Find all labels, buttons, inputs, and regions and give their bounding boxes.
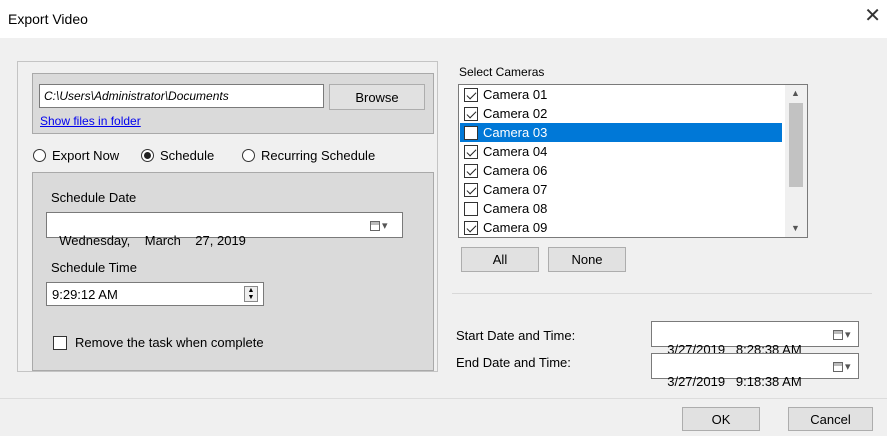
radio-recurring-schedule[interactable]: Recurring Schedule [242,148,375,163]
schedule-date-value: Wednesday, March 27, 2019 [59,233,246,248]
cancel-button[interactable]: Cancel [788,407,873,431]
list-item[interactable]: Camera 06 [460,161,782,180]
calendar-dropdown-icon[interactable]: ▾ [833,360,851,373]
radio-export-now-circle[interactable] [33,149,46,162]
radio-schedule[interactable]: Schedule [141,148,214,163]
folder-path-input[interactable]: C:\Users\Administrator\Documents [39,84,324,108]
list-item[interactable]: Camera 08 [460,199,782,218]
end-datetime-value: 3/27/2019 9:18:38 AM [667,374,802,389]
camera-checkbox[interactable] [464,220,478,235]
camera-label: Camera 02 [483,106,548,121]
list-item[interactable]: Camera 04 [460,142,782,161]
title-bar: Export Video ✕ [0,0,887,38]
radio-schedule-label: Schedule [160,148,215,163]
camera-label: Camera 08 [483,201,548,216]
camera-checkbox[interactable] [464,163,478,178]
radio-schedule-circle[interactable] [141,149,154,162]
calendar-dropdown-icon[interactable]: ▾ [833,328,851,341]
scroll-up-icon[interactable]: ▲ [791,88,800,98]
camera-label: Camera 09 [483,220,548,235]
scroll-thumb[interactable] [789,103,803,187]
camera-label: Camera 03 [483,125,548,140]
show-files-link[interactable]: Show files in folder [40,114,141,128]
list-item[interactable]: Camera 02 [460,104,782,123]
remove-task-checkbox-row[interactable]: Remove the task when complete [53,335,264,350]
camera-label: Camera 07 [483,182,548,197]
camera-checkbox[interactable] [464,125,478,140]
ok-button[interactable]: OK [682,407,760,431]
camera-label: Camera 04 [483,144,548,159]
schedule-time-input[interactable]: 9:29:12 AM [46,282,264,306]
list-item[interactable]: Camera 03 [460,123,782,142]
schedule-time-label: Schedule Time [51,260,137,275]
end-datetime-label: End Date and Time: [456,355,571,370]
camera-checkbox[interactable] [464,201,478,216]
window-title: Export Video [8,11,88,27]
camera-checkbox[interactable] [464,87,478,102]
radio-recurring-schedule-circle[interactable] [242,149,255,162]
end-datetime-picker[interactable]: 3/27/2019 9:18:38 AM [651,353,859,389]
scroll-down-icon[interactable]: ▼ [791,223,800,233]
camera-checkbox[interactable] [464,106,478,121]
browse-button[interactable]: Browse [329,84,425,110]
schedule-date-label: Schedule Date [51,190,137,205]
radio-export-now[interactable]: Export Now [33,148,119,163]
select-cameras-label: Select Cameras [459,65,545,79]
calendar-dropdown-icon[interactable]: ▾ [370,219,388,232]
camera-list[interactable]: Camera 01 Camera 02 Camera 03 Camera 04 … [458,84,808,238]
start-datetime-picker[interactable]: 3/27/2019 8:28:38 AM [651,321,859,357]
radio-export-now-label: Export Now [52,148,120,163]
start-datetime-label: Start Date and Time: [456,328,576,343]
close-icon[interactable]: ✕ [864,6,881,26]
list-item[interactable]: Camera 07 [460,180,782,199]
select-none-button[interactable]: None [548,247,626,272]
camera-checkbox[interactable] [464,144,478,159]
camera-checkbox[interactable] [464,182,478,197]
radio-recurring-schedule-label: Recurring Schedule [261,148,376,163]
schedule-time-value: 9:29:12 AM [52,287,118,302]
list-item[interactable]: Camera 01 [460,85,782,104]
remove-task-label: Remove the task when complete [75,335,264,350]
schedule-date-picker[interactable]: Wednesday, March 27, 2019 [46,212,403,248]
remove-task-checkbox[interactable] [53,335,67,350]
camera-label: Camera 06 [483,163,548,178]
list-item[interactable]: Camera 09 [460,218,782,237]
time-spinner-icon[interactable]: ▲ ▼ [244,286,258,302]
select-all-button[interactable]: All [461,247,539,272]
camera-list-scrollbar[interactable]: ▲ ▼ [785,85,807,237]
camera-label: Camera 01 [483,87,548,102]
